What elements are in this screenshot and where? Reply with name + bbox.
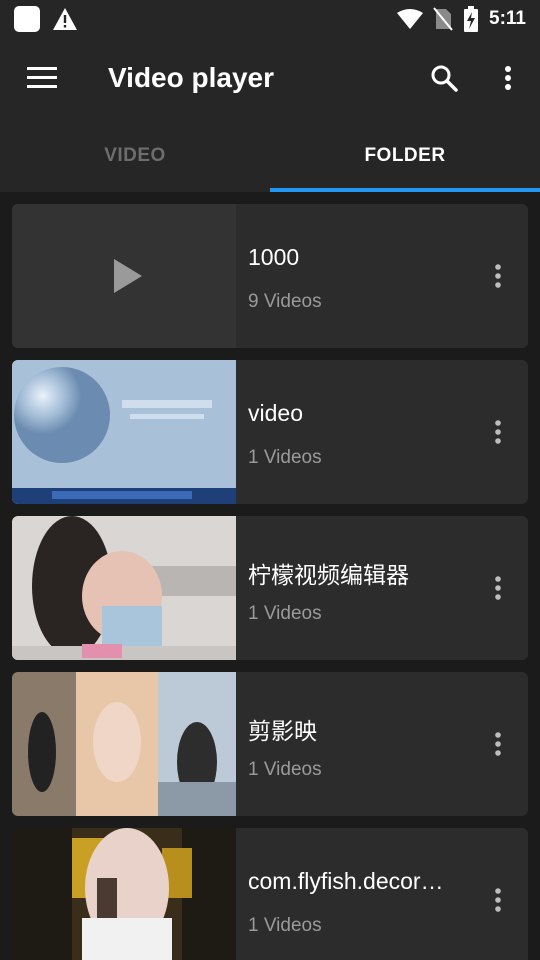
folder-card[interactable]: 剪影映 1 Videos xyxy=(12,672,528,816)
folder-thumbnail xyxy=(12,828,236,960)
folder-name: 1000 xyxy=(248,244,300,270)
search-icon xyxy=(431,65,458,92)
more-vert-icon xyxy=(495,732,501,756)
more-vert-icon xyxy=(495,888,501,912)
warning-icon xyxy=(53,8,77,30)
more-vert-icon xyxy=(495,576,501,600)
status-time: 5:11 xyxy=(489,8,526,29)
menu-button[interactable] xyxy=(24,60,60,96)
folder-name: com.flyfish.decor… xyxy=(248,868,444,894)
tab-indicator xyxy=(270,188,540,192)
tab-folder[interactable]: FOLDER xyxy=(270,120,540,192)
folder-video-count: 1 Videos xyxy=(248,759,322,780)
menu-icon xyxy=(27,67,57,88)
overflow-menu-button[interactable] xyxy=(490,60,526,96)
folder-thumbnail xyxy=(12,360,236,504)
tab-video[interactable]: VIDEO xyxy=(0,120,270,192)
folder-card[interactable]: 1000 9 Videos xyxy=(12,204,528,348)
folder-more-button[interactable] xyxy=(482,724,514,764)
folder-name: 剪影映 xyxy=(248,718,317,744)
folder-video-count: 1 Videos xyxy=(248,603,322,624)
folder-more-button[interactable] xyxy=(482,256,514,296)
app-bar: Video player xyxy=(0,38,540,120)
app-square-icon xyxy=(14,6,40,32)
folder-video-count: 1 Videos xyxy=(248,447,322,468)
tab-bar: VIDEO FOLDER xyxy=(0,120,540,192)
folder-more-button[interactable] xyxy=(482,412,514,452)
battery-charging-icon xyxy=(464,6,479,32)
folder-thumbnail xyxy=(12,516,236,660)
wifi-icon xyxy=(397,9,424,29)
folder-card[interactable]: com.flyfish.decor… 1 Videos xyxy=(12,828,528,960)
play-placeholder-icon xyxy=(114,259,142,293)
app-title: Video player xyxy=(108,62,275,93)
folder-video-count: 1 Videos xyxy=(248,915,322,936)
no-sim-icon xyxy=(433,7,453,31)
folder-more-button[interactable] xyxy=(482,568,514,608)
folder-thumbnail xyxy=(12,204,236,348)
folder-thumbnail xyxy=(12,672,236,816)
more-vert-icon xyxy=(505,66,511,90)
search-button[interactable] xyxy=(426,60,462,96)
status-bar: 5:11 xyxy=(0,0,540,38)
folder-card[interactable]: 柠檬视频编辑器 1 Videos xyxy=(12,516,528,660)
folder-card[interactable]: video 1 Videos xyxy=(12,360,528,504)
more-vert-icon xyxy=(495,264,501,288)
folder-name: 柠檬视频编辑器 xyxy=(248,562,409,588)
folder-more-button[interactable] xyxy=(482,880,514,920)
folder-video-count: 9 Videos xyxy=(248,291,322,312)
more-vert-icon xyxy=(495,420,501,444)
folder-name: video xyxy=(248,400,303,426)
